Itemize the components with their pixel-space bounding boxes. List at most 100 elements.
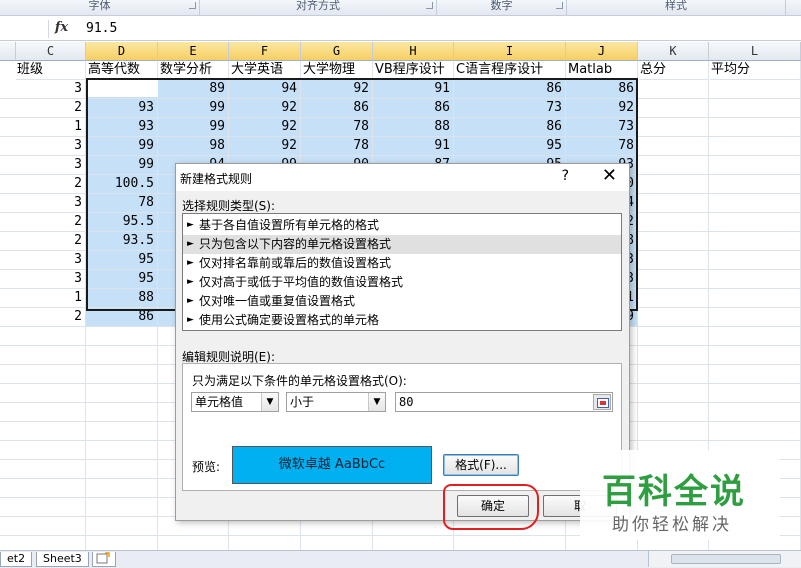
average-cell[interactable] — [709, 289, 801, 308]
empty-cell[interactable] — [86, 365, 158, 384]
class-cell[interactable]: 2 — [0, 99, 86, 118]
class-cell[interactable]: 2 — [0, 308, 86, 327]
empty-cell[interactable] — [709, 403, 801, 422]
score-cell[interactable]: 99 — [158, 118, 229, 137]
score-cell[interactable]: 93 — [86, 118, 158, 137]
column-header-H[interactable]: H — [373, 42, 454, 61]
header-cell[interactable]: Matlab — [567, 61, 638, 80]
insert-sheet-icon[interactable] — [92, 552, 116, 567]
empty-cell[interactable] — [0, 384, 86, 403]
header-cell[interactable]: 高等代数 — [87, 61, 158, 80]
score-cell[interactable]: 86 — [454, 80, 566, 99]
rule-type-item[interactable]: ► 仅对唯一值或重复值设置格式 — [183, 292, 621, 311]
dialog-launcher-icon[interactable] — [189, 2, 196, 9]
column-header-L[interactable]: L — [709, 42, 801, 61]
average-cell[interactable] — [709, 137, 801, 156]
rule-type-item[interactable]: ► 使用公式确定要设置格式的单元格 — [183, 311, 621, 330]
score-cell[interactable]: 95.5 — [86, 213, 158, 232]
score-cell[interactable]: 78 — [566, 137, 638, 156]
empty-cell[interactable] — [86, 517, 158, 536]
empty-cell[interactable] — [0, 346, 86, 365]
score-cell[interactable]: 88 — [86, 289, 158, 308]
rule-type-item-selected[interactable]: ► 只为包含以下内容的单元格设置格式 — [183, 235, 621, 254]
header-cell[interactable]: 平均分 — [710, 61, 801, 80]
total-cell[interactable] — [638, 251, 709, 270]
column-header-C[interactable]: C — [16, 42, 86, 61]
empty-cell[interactable] — [86, 498, 158, 517]
sheet-tab[interactable]: Sheet3 — [36, 552, 89, 567]
total-cell[interactable] — [638, 194, 709, 213]
empty-cell[interactable] — [0, 441, 86, 460]
average-cell[interactable] — [709, 118, 801, 137]
formula-input[interactable]: 91.5 — [86, 21, 117, 36]
score-cell[interactable]: 86 — [86, 308, 158, 327]
ok-button[interactable]: 确定 — [457, 495, 529, 517]
header-cell[interactable]: 数学分析 — [159, 61, 229, 80]
header-cell[interactable]: 总分 — [639, 61, 709, 80]
header-cell[interactable]: 班级 — [16, 61, 86, 80]
total-cell[interactable] — [638, 99, 709, 118]
average-cell[interactable] — [709, 156, 801, 175]
column-header-E[interactable]: E — [158, 42, 229, 61]
total-cell[interactable] — [638, 308, 709, 327]
total-cell[interactable] — [638, 156, 709, 175]
score-cell[interactable]: 92 — [229, 99, 301, 118]
class-cell[interactable]: 2 — [0, 175, 86, 194]
class-cell[interactable]: 1 — [0, 118, 86, 137]
empty-cell[interactable] — [0, 422, 86, 441]
class-cell[interactable]: 2 — [0, 213, 86, 232]
score-cell[interactable]: 93 — [86, 99, 158, 118]
class-cell[interactable]: 2 — [0, 232, 86, 251]
empty-cell[interactable] — [709, 346, 801, 365]
empty-cell[interactable] — [638, 346, 709, 365]
chevron-down-icon[interactable]: ▼ — [261, 393, 278, 411]
score-cell[interactable]: 86 — [566, 80, 638, 99]
empty-cell[interactable] — [86, 403, 158, 422]
empty-cell[interactable] — [638, 422, 709, 441]
header-cell[interactable]: VB程序设计 — [374, 61, 454, 80]
score-cell[interactable]: 92 — [301, 80, 373, 99]
empty-cell[interactable] — [86, 479, 158, 498]
class-cell[interactable]: 1 — [0, 289, 86, 308]
score-cell[interactable]: 95 — [86, 251, 158, 270]
score-cell[interactable]: 92 — [229, 137, 301, 156]
empty-cell[interactable] — [0, 479, 86, 498]
empty-cell[interactable] — [0, 517, 86, 536]
range-select-icon[interactable] — [593, 394, 611, 410]
class-cell[interactable]: 3 — [0, 270, 86, 289]
score-cell[interactable]: 78 — [301, 118, 373, 137]
score-cell[interactable]: 91 — [373, 137, 454, 156]
empty-cell[interactable] — [709, 422, 801, 441]
column-header-K[interactable]: K — [638, 42, 709, 61]
empty-cell[interactable] — [638, 403, 709, 422]
help-icon[interactable]: ? — [562, 168, 569, 184]
total-cell[interactable] — [638, 270, 709, 289]
empty-cell[interactable] — [86, 441, 158, 460]
average-cell[interactable] — [709, 99, 801, 118]
empty-cell[interactable] — [0, 460, 86, 479]
header-cell[interactable]: 大学物理 — [302, 61, 373, 80]
chevron-down-icon[interactable]: ▼ — [368, 393, 385, 411]
column-header-F[interactable]: F — [229, 42, 301, 61]
dialog-launcher-icon[interactable] — [556, 2, 563, 9]
empty-cell[interactable] — [86, 422, 158, 441]
score-cell[interactable]: 86 — [301, 99, 373, 118]
score-cell[interactable]: 73 — [566, 118, 638, 137]
format-button[interactable]: 格式(F)... — [443, 454, 519, 476]
score-cell[interactable]: 73 — [454, 99, 566, 118]
rule-type-list[interactable]: ► 基于各自值设置所有单元格的格式 ► 只为包含以下内容的单元格设置格式 ► 仅对排名… — [182, 213, 622, 331]
empty-cell[interactable] — [0, 327, 86, 346]
horizontal-scrollbar[interactable] — [648, 551, 801, 567]
class-cell[interactable]: 3 — [0, 80, 86, 99]
empty-cell[interactable] — [638, 384, 709, 403]
score-cell[interactable]: 86 — [373, 99, 454, 118]
empty-cell[interactable] — [638, 327, 709, 346]
total-cell[interactable] — [638, 118, 709, 137]
score-cell[interactable]: 92 — [566, 99, 638, 118]
close-icon[interactable]: ✕ — [602, 165, 617, 186]
empty-cell[interactable] — [86, 384, 158, 403]
empty-cell[interactable] — [0, 498, 86, 517]
score-cell[interactable]: 98 — [158, 137, 229, 156]
average-cell[interactable] — [709, 213, 801, 232]
total-cell[interactable] — [638, 232, 709, 251]
